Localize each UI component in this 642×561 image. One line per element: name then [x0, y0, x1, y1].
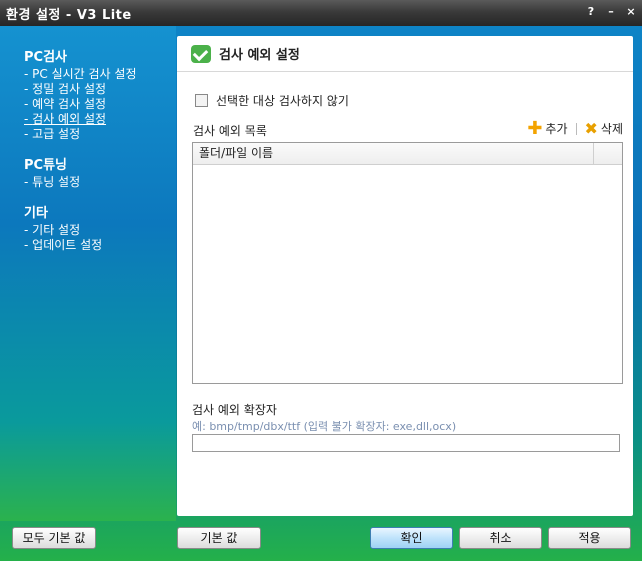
sidebar-item-realtime-scan[interactable]: - PC 실시간 검사 설정 [24, 67, 176, 82]
sidebar-item-tuning[interactable]: - 튜닝 설정 [24, 175, 176, 190]
page-title: 검사 예외 설정 [219, 48, 300, 63]
sidebar-section-title: PC검사 [24, 50, 67, 65]
defaults-button[interactable]: 기본 값 [177, 527, 261, 549]
column-header-extra[interactable] [594, 143, 622, 164]
sidebar-item-label: 기타 설정 [32, 223, 81, 237]
sidebar: PC검사 - PC 실시간 검사 설정 - 정밀 검사 설정 - 예약 검사 설… [0, 26, 176, 521]
add-button[interactable]: ✚ 추가 [527, 117, 568, 139]
title-bar: 환경 설정 - V3 Lite ? – × [0, 0, 642, 26]
all-defaults-button[interactable]: 모두 기본 값 [12, 527, 96, 549]
sidebar-item-update-settings[interactable]: - 업데이트 설정 [24, 238, 176, 253]
sidebar-section-title: PC튜닝 [24, 158, 67, 173]
panel-header: 검사 예외 설정 [177, 36, 633, 72]
help-icon[interactable]: ? [584, 4, 598, 20]
sidebar-item-other-settings[interactable]: - 기타 설정 [24, 223, 176, 238]
cancel-button[interactable]: 취소 [459, 527, 542, 549]
exception-extension-input[interactable] [192, 434, 620, 452]
sidebar-item-label: 고급 설정 [32, 127, 81, 141]
sidebar-item-label: 예약 검사 설정 [32, 97, 107, 111]
sidebar-item-scan-exceptions[interactable]: - 검사 예외 설정 [24, 112, 176, 127]
exception-list-label: 검사 예외 목록 [193, 124, 267, 138]
sidebar-section-title: 기타 [24, 206, 48, 221]
list-actions: ✚ 추가 ✖ 삭제 [527, 117, 624, 139]
action-divider [575, 122, 577, 135]
exception-list[interactable]: 폴더/파일 이름 [192, 142, 623, 384]
skip-selected-option[interactable]: 선택한 대상 검사하지 않기 [195, 92, 349, 109]
delete-label: 삭제 [600, 122, 623, 136]
window-title: 환경 설정 - V3 Lite [6, 7, 132, 23]
skip-selected-label: 선택한 대상 검사하지 않기 [216, 94, 349, 108]
sidebar-item-label: PC 실시간 검사 설정 [32, 67, 137, 81]
list-header: 폴더/파일 이름 [193, 143, 622, 165]
check-icon [191, 44, 211, 63]
sidebar-section-pc-scan: PC검사 - PC 실시간 검사 설정 - 정밀 검사 설정 - 예약 검사 설… [24, 46, 176, 142]
sidebar-item-scheduled-scan[interactable]: - 예약 검사 설정 [24, 97, 176, 112]
sidebar-item-label: 업데이트 설정 [32, 238, 103, 252]
exception-extension-hint: 예: bmp/tmp/dbx/ttf (입력 불가 확장자: exe,dll,o… [192, 420, 457, 433]
add-label: 추가 [545, 122, 568, 136]
apply-button[interactable]: 적용 [548, 527, 631, 549]
exception-extension-label: 검사 예외 확장자 [192, 403, 277, 417]
sidebar-item-full-scan[interactable]: - 정밀 검사 설정 [24, 82, 176, 97]
column-header-name[interactable]: 폴더/파일 이름 [193, 143, 594, 164]
sidebar-section-pc-tuning: PC튜닝 - 튜닝 설정 [24, 154, 176, 190]
sidebar-item-label: 정밀 검사 설정 [32, 82, 107, 96]
sidebar-item-label: 튜닝 설정 [32, 175, 81, 189]
delete-button[interactable]: ✖ 삭제 [585, 120, 624, 137]
close-icon[interactable]: × [624, 4, 638, 20]
sidebar-item-label: 검사 예외 설정 [32, 112, 107, 126]
window-controls: ? – × [584, 4, 638, 20]
delete-x-icon: ✖ [584, 118, 598, 138]
plus-icon: ✚ [527, 117, 543, 139]
skip-selected-checkbox[interactable] [195, 94, 208, 107]
sidebar-section-other: 기타 - 기타 설정 - 업데이트 설정 [24, 202, 176, 253]
minimize-icon[interactable]: – [604, 4, 618, 20]
settings-panel: 검사 예외 설정 선택한 대상 검사하지 않기 검사 예외 목록 ✚ 추가 ✖ … [177, 36, 633, 516]
sidebar-item-advanced[interactable]: - 고급 설정 [24, 127, 176, 142]
ok-button[interactable]: 확인 [370, 527, 453, 549]
